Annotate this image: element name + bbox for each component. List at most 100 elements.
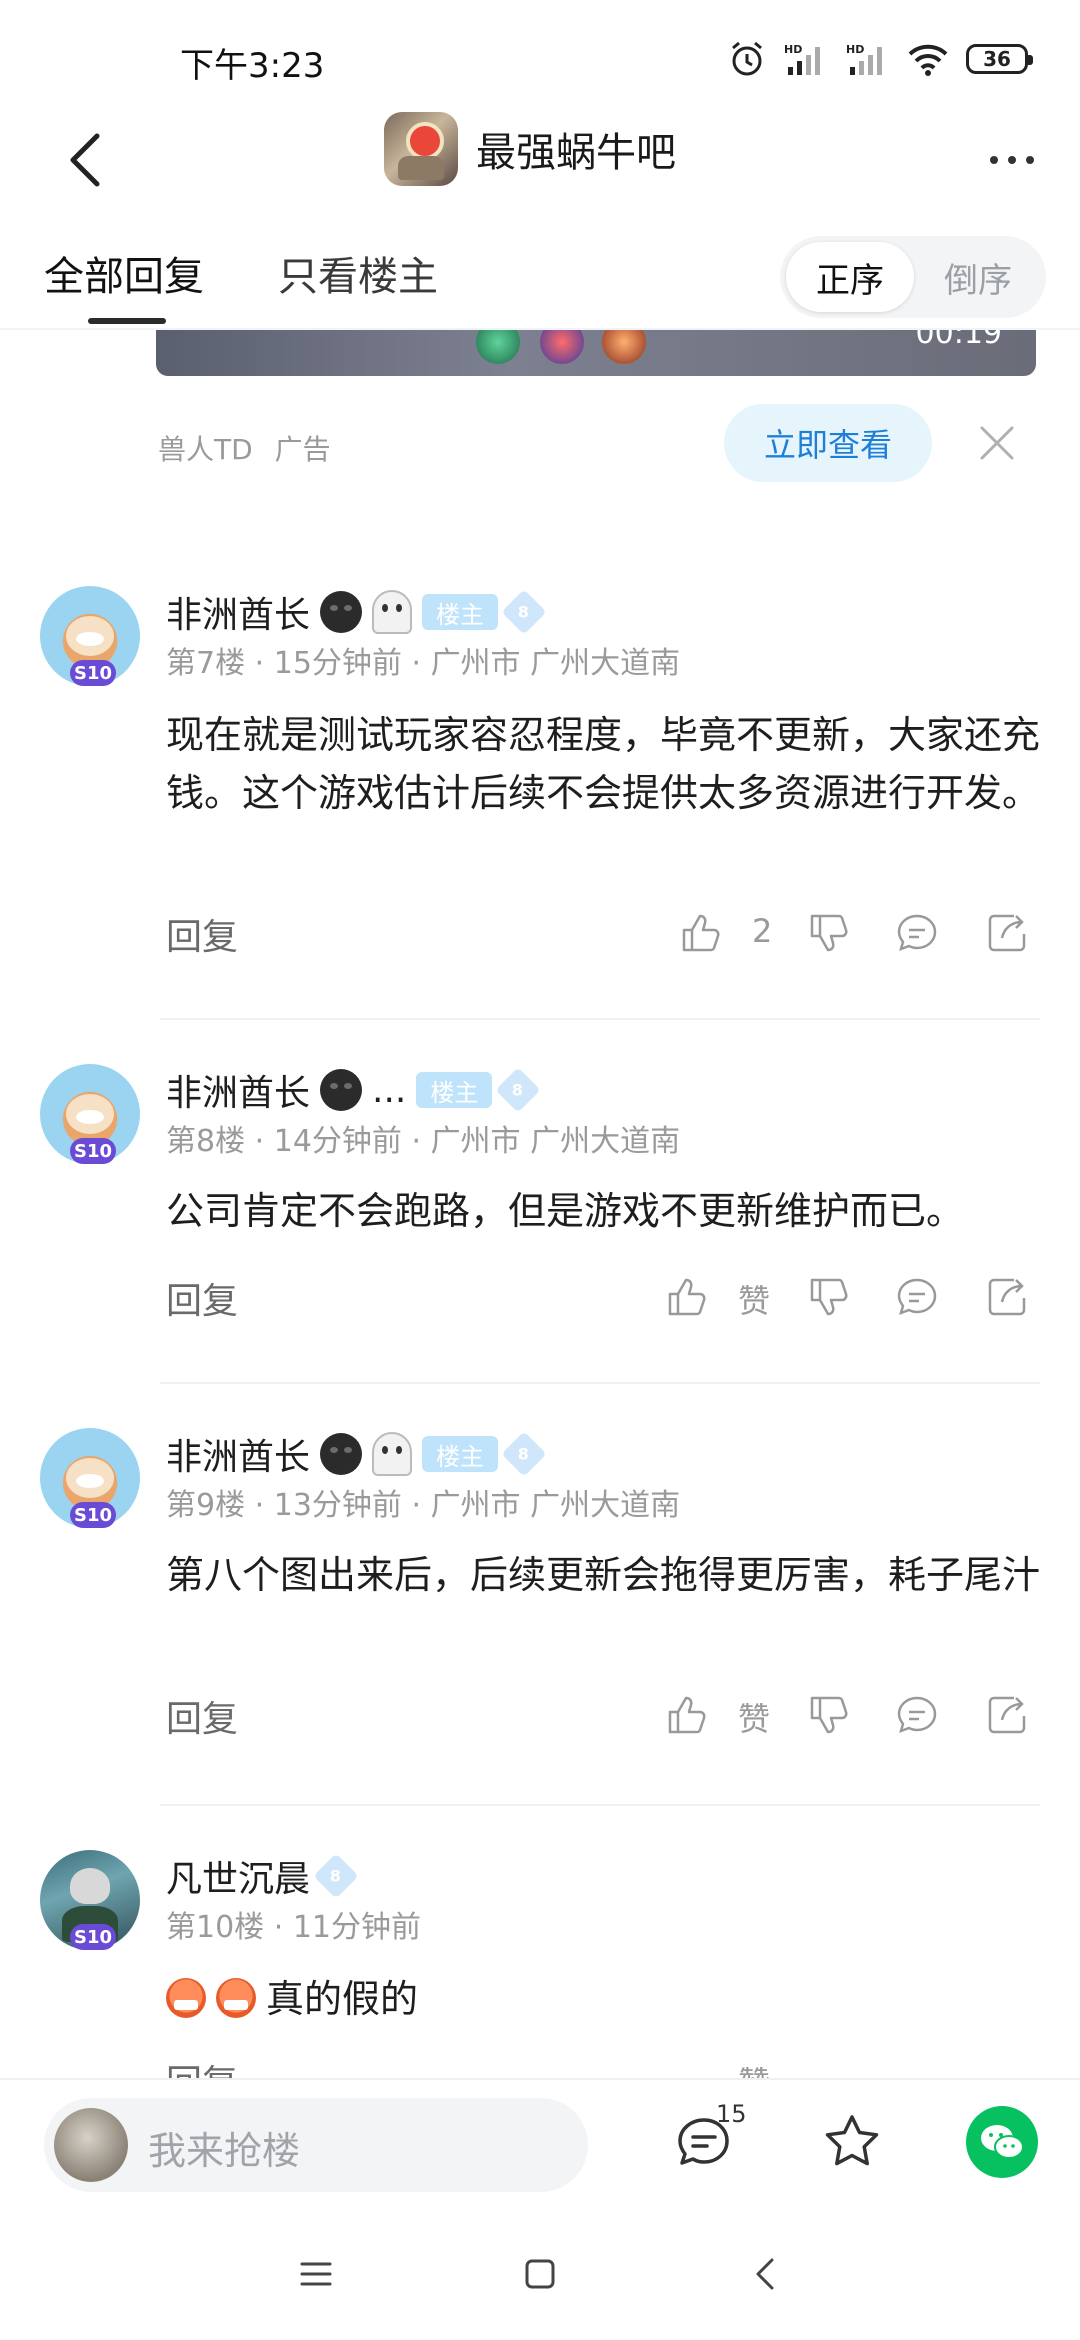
reply-button[interactable]: 回复: [166, 2054, 238, 2078]
alarm-icon: [732, 41, 762, 76]
reply-input-placeholder: 我来抢楼: [148, 2129, 301, 2173]
reply-button[interactable]: 回复: [166, 1272, 238, 1324]
comment-meta: 第7楼 · 15分钟前 · 广州市 广州大道南: [166, 646, 681, 681]
order-desc-option[interactable]: 倒序: [914, 242, 1042, 312]
thumbs-down-icon[interactable]: [806, 1274, 852, 1320]
avatar-badge: S10: [70, 1924, 116, 1950]
avatar-badge: S10: [70, 1502, 116, 1528]
wechat-share-button[interactable]: [966, 2106, 1038, 2178]
status-icons: HD HD 36: [728, 40, 1033, 78]
ad-video[interactable]: 00:19: [156, 330, 1036, 376]
system-nav-bar: [0, 2204, 1080, 2340]
username[interactable]: 凡世沉晨: [166, 1850, 310, 1902]
status-time: 下午3:23: [180, 46, 325, 86]
signal-hd-1-icon: HD: [784, 43, 820, 75]
avatar-badge: S10: [70, 660, 116, 686]
forum-title: 最强蜗牛吧: [476, 130, 676, 176]
ad-view-now-button[interactable]: 立即查看: [724, 404, 932, 482]
username[interactable]: 非洲酋长: [166, 1064, 310, 1116]
comment-text: 真的假的: [166, 1970, 1046, 2028]
comment-actions: 回复 赞: [166, 2050, 1046, 2078]
level-gem-icon: 8: [313, 1853, 359, 1899]
dark-face-emoji-icon: [320, 1069, 363, 1111]
reply-tabs: 全部回复 只看楼主 正序 倒序: [0, 230, 1080, 330]
wifi-icon: [908, 44, 948, 76]
dark-face-emoji-icon: [320, 591, 363, 633]
level-gem-icon: 8: [501, 589, 547, 635]
comment-bubble-icon[interactable]: [894, 1274, 940, 1320]
divider: [160, 1382, 1040, 1384]
level-gem-icon: 8: [501, 1431, 547, 1477]
comment-bubble-icon[interactable]: [894, 910, 940, 956]
thumbs-down-icon[interactable]: [806, 1692, 852, 1738]
svg-text:HD: HD: [846, 43, 864, 56]
comment-text: 第八个图出来后，后续更新会拖得更厉害，耗子尾汁: [166, 1553, 1041, 1597]
ad-meta: 兽人TD 广告: [158, 428, 331, 468]
comment-text: 公司肯定不会跑路，但是游戏不更新维护而已。: [166, 1189, 965, 1233]
divider: [160, 1804, 1040, 1806]
ad-label: 广告: [274, 433, 331, 466]
signal-hd-2-icon: HD: [846, 43, 882, 75]
order-toggle: 正序 倒序: [780, 236, 1046, 318]
comment-count-badge: 15: [716, 2100, 747, 2128]
op-badge: 楼主: [422, 594, 499, 630]
thumbs-up-icon[interactable]: [664, 1274, 710, 1320]
dark-face-emoji-icon: [320, 1433, 363, 1475]
like-count: 赞: [738, 1282, 771, 1320]
more-dots-icon[interactable]: [980, 128, 1044, 192]
share-icon[interactable]: [984, 1692, 1030, 1738]
comment-meta: 第9楼 · 13分钟前 · 广州市 广州大道南: [166, 1488, 681, 1523]
star-icon[interactable]: [820, 2110, 884, 2174]
close-icon[interactable]: [974, 420, 1020, 466]
comment-meta: 第10楼 · 11分钟前: [166, 1910, 422, 1945]
ad-advertiser: 兽人TD: [158, 433, 253, 466]
reply-button[interactable]: 回复: [166, 1690, 238, 1742]
thumbs-up-icon[interactable]: [678, 910, 724, 956]
comment-actions: 回复 2: [166, 904, 1046, 964]
like-count: 赞: [738, 1700, 771, 1738]
order-asc-option[interactable]: 正序: [786, 242, 914, 312]
tab-all-replies[interactable]: 全部回复: [44, 244, 204, 302]
home-icon[interactable]: [510, 2244, 570, 2304]
ghost-emoji-icon: [372, 1432, 413, 1476]
comment-bubble-icon[interactable]: [894, 1692, 940, 1738]
username[interactable]: 非洲酋长: [166, 1428, 310, 1480]
bottom-action-bar: 我来抢楼 15: [0, 2078, 1080, 2202]
like-count: 2: [752, 912, 773, 950]
comment-text: 现在就是测试玩家容忍程度，毕竟不更新，大家还充钱。这个游戏估计后续不会提供太多资…: [166, 713, 1041, 815]
chevron-left-icon: [70, 133, 100, 187]
avatar-badge: S10: [70, 1138, 116, 1164]
angry-face-emoji-icon: [216, 1978, 256, 2018]
ghost-emoji-icon: [372, 590, 413, 634]
battery-icon: 36: [966, 44, 1033, 74]
op-badge: 楼主: [416, 1072, 493, 1108]
username[interactable]: 非洲酋长: [166, 586, 310, 638]
comment-actions: 回复 赞: [166, 1686, 1046, 1746]
wechat-icon: [981, 2125, 1024, 2159]
share-icon[interactable]: [984, 910, 1030, 956]
comment-actions: 回复 赞: [166, 1268, 1046, 1328]
forum-header[interactable]: 最强蜗牛吧: [384, 112, 676, 186]
my-avatar: [54, 2108, 128, 2182]
status-bar: 下午3:23 HD HD 36: [0, 0, 1080, 110]
tab-underline: [88, 318, 166, 324]
username-ellipsis: ...: [372, 1069, 407, 1111]
comment-meta: 第8楼 · 14分钟前 · 广州市 广州大道南: [166, 1124, 681, 1159]
back-nav-icon[interactable]: [736, 2244, 796, 2304]
reply-button[interactable]: 回复: [166, 908, 238, 960]
back-button[interactable]: [56, 120, 112, 200]
share-icon[interactable]: [984, 1274, 1030, 1320]
angry-face-emoji-icon: [166, 1978, 206, 2018]
thumbs-down-icon[interactable]: [806, 910, 852, 956]
level-gem-icon: 8: [495, 1067, 541, 1113]
op-badge: 楼主: [422, 1436, 499, 1472]
reply-input[interactable]: 我来抢楼: [44, 2098, 588, 2192]
forum-logo: [384, 112, 458, 186]
ad-video-time: 00:19: [915, 330, 1002, 351]
thumbs-up-icon[interactable]: [664, 1692, 710, 1738]
divider: [160, 1018, 1040, 1020]
menu-icon[interactable]: [286, 2244, 346, 2304]
like-count: 赞: [738, 2058, 770, 2078]
top-nav: 最强蜗牛吧: [0, 110, 1080, 240]
tab-op-only[interactable]: 只看楼主: [278, 244, 438, 302]
